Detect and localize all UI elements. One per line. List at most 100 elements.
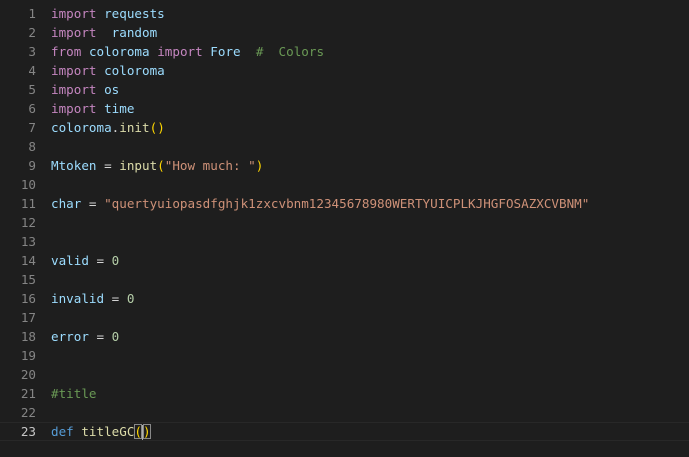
code-line[interactable]: 6 import time [0,99,689,118]
code-token: = [96,158,120,173]
code-text[interactable]: import random [51,23,157,42]
code-token: ( [134,424,143,439]
line-number: 14 [20,253,36,268]
line-number: 2 [28,25,36,40]
code-line[interactable]: 17 [0,308,689,327]
code-text[interactable]: import time [51,99,134,118]
code-token: import [51,101,97,116]
code-token: random [111,25,158,40]
code-token: "How much: " [164,158,256,173]
code-token: os [104,82,120,97]
line-number: 10 [20,177,36,192]
code-token: char [51,196,82,211]
line-number: 21 [20,386,36,401]
code-line[interactable]: 19 [0,346,689,365]
line-number: 4 [28,63,36,78]
line-number: 19 [20,348,36,363]
code-line[interactable]: 7 coloroma.init() [0,118,689,137]
line-number: 18 [20,329,36,344]
code-line[interactable]: 20 [0,365,689,384]
code-token: 0 [111,253,120,268]
code-token: = [88,329,112,344]
line-number: 22 [20,405,36,420]
code-token: = [88,253,112,268]
line-number: 23 [20,424,36,439]
line-number: 8 [28,139,36,154]
code-token: titleGC [81,424,135,439]
code-token: input [119,158,158,173]
code-token: = [81,196,105,211]
code-text[interactable]: invalid = 0 [51,289,134,308]
code-token: coloroma [51,120,112,135]
code-token: def [51,424,74,439]
code-token: coloroma [104,63,165,78]
code-token: valid [51,253,89,268]
line-number: 5 [28,82,36,97]
code-line[interactable]: 8 [0,137,689,156]
code-token: ) [255,158,264,173]
code-line[interactable]: 21 #title [0,384,689,403]
line-number: 3 [28,44,36,59]
code-token: ( [157,158,165,173]
code-line[interactable]: 11 char = "quertyuiopasdfghjk1zxcvbnm1234… [0,194,689,213]
code-text[interactable]: import coloroma [51,61,165,80]
code-text[interactable]: error = 0 [51,327,119,346]
code-line[interactable]: 10 [0,175,689,194]
line-number: 17 [20,310,36,325]
code-text[interactable]: char = "quertyuiopasdfghjk1zxcvbnm123456… [51,194,589,213]
code-token: ) [143,424,151,439]
line-number: 12 [20,215,36,230]
code-text[interactable]: #title [51,384,97,403]
code-line[interactable]: 15 [0,270,689,289]
code-token: init [119,120,150,135]
code-line-current[interactable]: 23 def titleGC() [0,422,689,441]
code-token: Fore [210,44,241,59]
code-text[interactable]: coloroma.init() [51,118,165,137]
code-token: import [51,25,97,40]
code-text[interactable]: from coloroma import Fore # Colors [51,42,324,61]
code-token: 0 [126,291,135,306]
code-text[interactable]: import os [51,80,119,99]
code-token: time [104,101,135,116]
line-number: 11 [20,196,36,211]
code-line[interactable]: 3 from coloroma import Fore # Colors [0,42,689,61]
code-token: import [157,44,203,59]
code-line[interactable]: 22 [0,403,689,422]
code-line[interactable]: 1 import requests [0,4,689,23]
code-token: () [149,120,165,135]
code-token: requests [104,6,165,21]
code-text[interactable]: Mtoken = input("How much: ") [51,156,263,175]
code-line[interactable]: 14 valid = 0 [0,251,689,270]
code-line[interactable]: 9 Mtoken = input("How much: ") [0,156,689,175]
code-token: import [51,63,97,78]
code-text[interactable]: def titleGC() [51,423,151,440]
code-token: Mtoken [51,158,97,173]
code-text[interactable]: valid = 0 [51,251,119,270]
line-number: 16 [20,291,36,306]
code-line[interactable]: 12 [0,213,689,232]
code-token: # Colors [255,44,325,59]
code-token: invalid [51,291,105,306]
code-line[interactable]: 5 import os [0,80,689,99]
code-text[interactable]: import requests [51,4,165,23]
code-line[interactable]: 16 invalid = 0 [0,289,689,308]
code-line[interactable]: 4 import coloroma [0,61,689,80]
code-line[interactable]: 13 [0,232,689,251]
line-number: 9 [28,158,36,173]
code-token: import [51,82,97,97]
code-line[interactable]: 18 error = 0 [0,327,689,346]
code-token: = [104,291,127,306]
code-token: import [51,6,97,21]
line-number: 15 [20,272,36,287]
code-editor[interactable]: "" 1import requests2import random3from c… [0,0,689,457]
line-number: 7 [28,120,36,135]
code-line[interactable]: 2 import random [0,23,689,42]
code-token: error [51,329,89,344]
code-token: "quertyuiopasdfghjk1zxcvbnm12345678980WE… [104,196,590,211]
